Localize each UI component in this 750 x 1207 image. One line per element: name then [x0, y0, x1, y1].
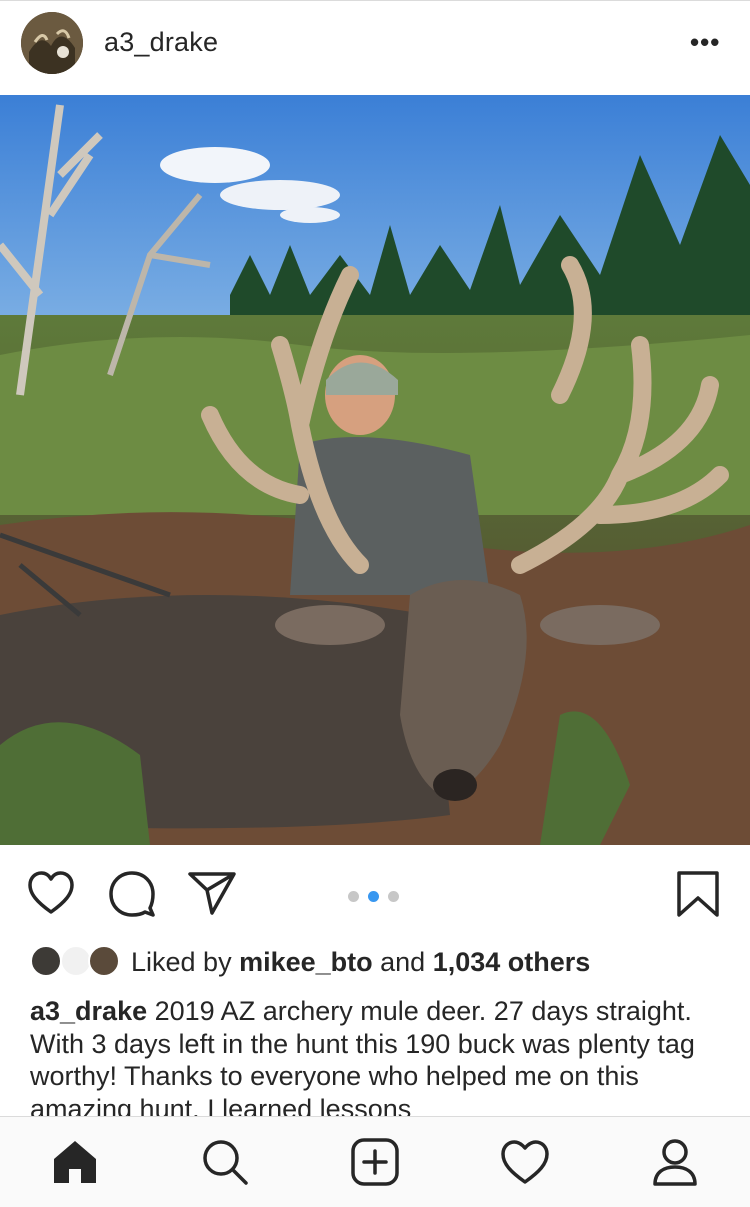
post-photo[interactable] — [0, 95, 750, 845]
profile-icon[interactable] — [650, 1137, 700, 1187]
likes-prefix: Liked by — [131, 947, 240, 977]
liker-avatars — [30, 945, 122, 979]
caption-username[interactable]: a3_drake — [30, 996, 147, 1026]
bookmark-icon[interactable] — [676, 870, 720, 918]
post-username[interactable]: a3_drake — [104, 27, 218, 58]
avatar-image — [21, 12, 83, 74]
likes-text: Liked by mikee_bto and 1,034 others — [131, 947, 590, 978]
liker-avatar — [30, 945, 62, 977]
photo-hunter-with-mule-deer — [0, 95, 750, 845]
likes-others[interactable]: 1,034 others — [433, 947, 591, 977]
post-header: a3_drake ••• — [0, 0, 750, 95]
share-icon[interactable] — [187, 870, 237, 916]
post-caption: a3_drake 2019 AZ archery mule deer. 27 d… — [30, 995, 730, 1125]
more-options-icon[interactable]: ••• — [690, 29, 720, 55]
carousel-dot-active — [368, 891, 379, 902]
likes-middle: and — [372, 947, 433, 977]
carousel-indicator — [348, 889, 408, 902]
carousel-dot — [348, 891, 359, 902]
home-icon[interactable] — [50, 1137, 100, 1187]
bottom-tab-bar — [0, 1116, 750, 1207]
user-avatar[interactable] — [21, 12, 83, 74]
activity-heart-icon[interactable] — [500, 1137, 550, 1187]
add-post-icon[interactable] — [350, 1137, 400, 1187]
carousel-dot — [388, 891, 399, 902]
heart-icon[interactable] — [27, 870, 75, 916]
liker-avatar — [88, 945, 120, 977]
comment-icon[interactable] — [108, 870, 156, 918]
search-icon[interactable] — [200, 1137, 250, 1187]
liker-username[interactable]: mikee_bto — [239, 947, 373, 977]
